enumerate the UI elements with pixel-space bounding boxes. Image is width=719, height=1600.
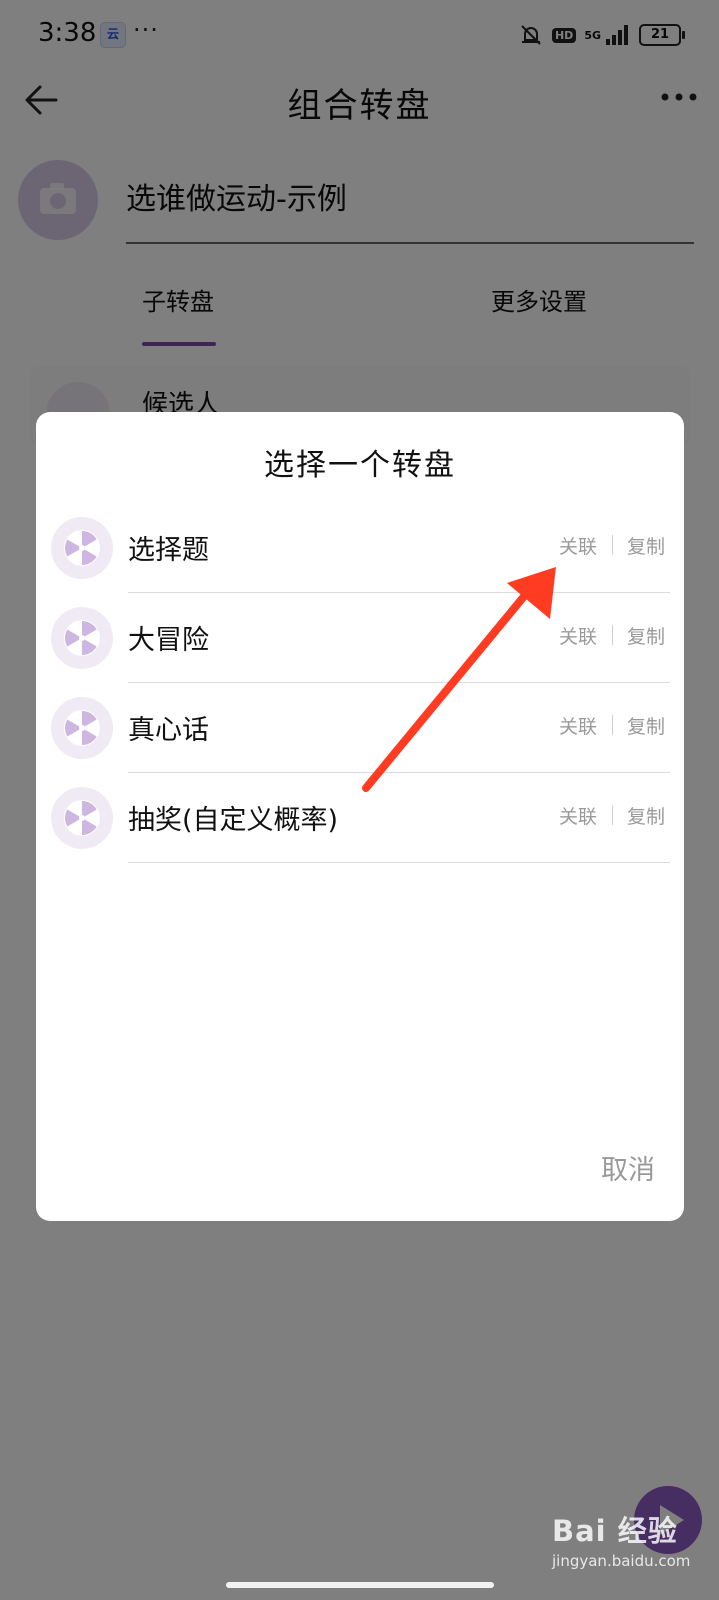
home-indicator[interactable] <box>226 1582 494 1588</box>
copy-button[interactable]: 复制 <box>627 622 665 649</box>
wheel-name: 选择题 <box>128 535 209 566</box>
wheel-icon <box>51 607 113 669</box>
select-wheel-dialog: 选择一个转盘 选择题 关联 复制 大冒险 关联 复制 真心话 关联 复制 抽奖(… <box>36 412 684 1221</box>
copy-button[interactable]: 复制 <box>627 532 665 559</box>
wheel-icon <box>51 517 113 579</box>
list-item[interactable]: 选择题 关联 复制 <box>36 502 684 594</box>
watermark-text: Bai 经验 <box>552 1514 678 1548</box>
link-button[interactable]: 关联 <box>559 802 597 829</box>
list-item[interactable]: 真心话 关联 复制 <box>36 682 684 774</box>
watermark-url: jingyan.baidu.com <box>552 1552 691 1570</box>
baidu-watermark: Bai 经验 jingyan.baidu.com <box>552 1508 712 1588</box>
wheel-icon <box>51 697 113 759</box>
copy-button[interactable]: 复制 <box>627 712 665 739</box>
wheel-name: 真心话 <box>128 715 209 746</box>
list-item[interactable]: 大冒险 关联 复制 <box>36 592 684 684</box>
separator <box>612 625 613 645</box>
link-button[interactable]: 关联 <box>559 532 597 559</box>
divider <box>128 862 670 863</box>
link-button[interactable]: 关联 <box>559 712 597 739</box>
separator <box>612 535 613 555</box>
separator <box>612 805 613 825</box>
wheel-name: 大冒险 <box>128 625 209 656</box>
link-button[interactable]: 关联 <box>559 622 597 649</box>
copy-button[interactable]: 复制 <box>627 802 665 829</box>
wheel-icon <box>51 787 113 849</box>
separator <box>612 715 613 735</box>
list-item[interactable]: 抽奖(自定义概率) 关联 复制 <box>36 772 684 864</box>
dialog-title: 选择一个转盘 <box>264 448 456 483</box>
wheel-name: 抽奖(自定义概率) <box>128 805 339 836</box>
cancel-button[interactable]: 取消 <box>601 1148 655 1187</box>
